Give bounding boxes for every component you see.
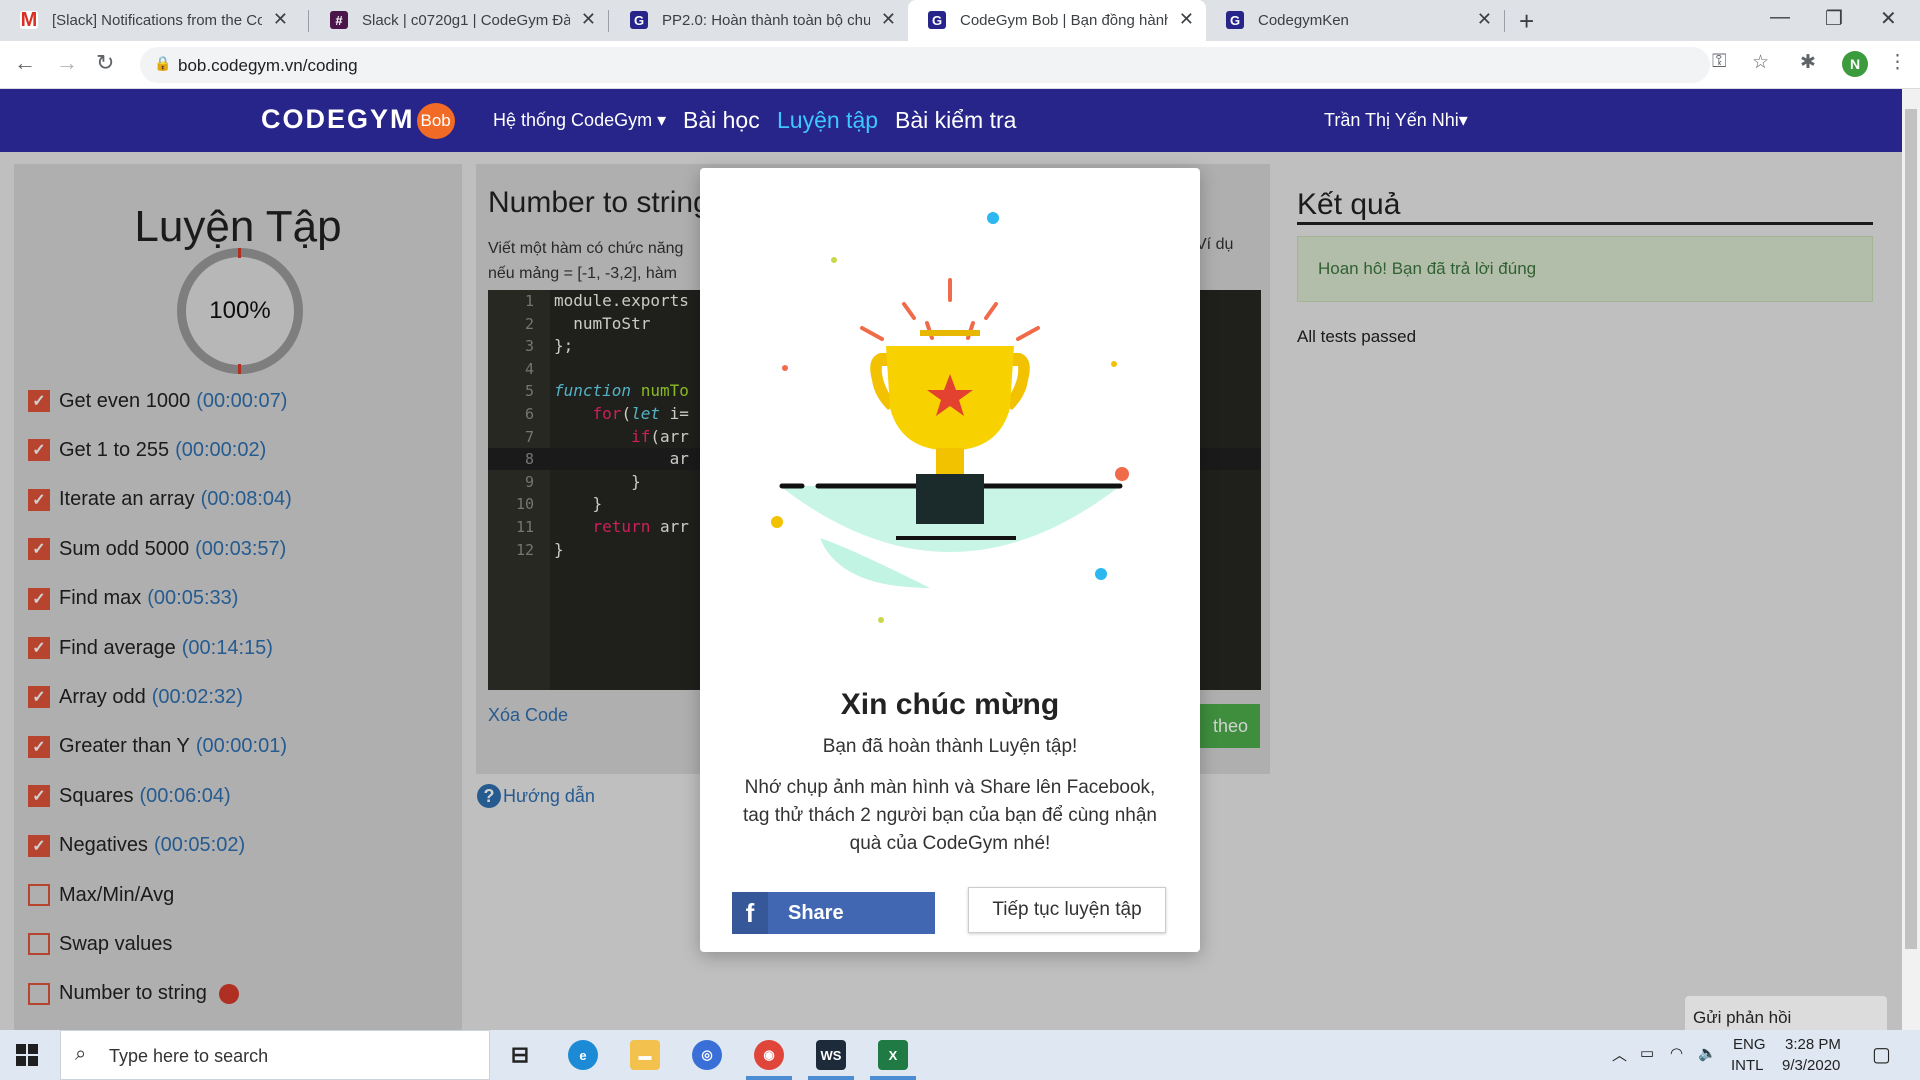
continue-label: Tiếp tục luyện tập bbox=[992, 899, 1142, 920]
browser-tab-codegymken[interactable]: G CodegymKen ✕ bbox=[1206, 0, 1504, 41]
site-navbar: CODEGYM Bob Hệ thống CodeGym ▾ Bài học Lu… bbox=[0, 89, 1902, 152]
task-view-icon[interactable]: ⊟ bbox=[505, 1040, 535, 1070]
wifi-icon[interactable]: ◠ bbox=[1670, 1044, 1683, 1062]
trophy-pedestal bbox=[916, 474, 984, 524]
nav-practice[interactable]: Luyện tập bbox=[777, 107, 878, 134]
user-menu[interactable]: Trần Thị Yến Nhi▾ bbox=[1324, 110, 1468, 131]
tab-title: [Slack] Notifications from the Co bbox=[52, 12, 262, 29]
tray-chevron-icon[interactable]: ︿ bbox=[1612, 1044, 1627, 1065]
tab-divider bbox=[1504, 10, 1505, 32]
trophy-cup bbox=[870, 330, 1030, 478]
profile-avatar[interactable]: N bbox=[1842, 51, 1868, 77]
extensions-icon[interactable]: ✱ bbox=[1800, 51, 1816, 74]
codegym-icon: G bbox=[1226, 11, 1244, 29]
browser-tab-strip: M [Slack] Notifications from the Co ✕ # … bbox=[0, 0, 1920, 41]
webstorm-icon[interactable]: WS bbox=[816, 1040, 846, 1070]
tab-divider bbox=[608, 10, 609, 32]
modal-subtitle: Bạn đã hoàn thành Luyện tập! bbox=[822, 736, 1078, 757]
close-tab-icon[interactable]: ✕ bbox=[581, 9, 596, 30]
minimize-icon[interactable]: — bbox=[1770, 6, 1790, 29]
browser-tab-slack[interactable]: # Slack | c0720g1 | CodeGym Đà N ✕ bbox=[310, 0, 608, 41]
facebook-icon: f bbox=[732, 892, 768, 934]
restore-icon[interactable]: ❐ bbox=[1825, 6, 1843, 31]
clock-time[interactable]: 3:28 PM bbox=[1785, 1036, 1841, 1053]
lock-icon: 🔒 bbox=[154, 55, 172, 71]
url-text: bob.codegym.vn/coding bbox=[178, 56, 358, 75]
volume-icon[interactable]: 🔈 bbox=[1698, 1044, 1717, 1062]
back-icon[interactable]: ← bbox=[14, 50, 36, 76]
nav-system-dropdown[interactable]: Hệ thống CodeGym ▾ bbox=[493, 110, 666, 131]
clock-date[interactable]: 9/3/2020 bbox=[1782, 1057, 1840, 1074]
close-window-icon[interactable]: ✕ bbox=[1880, 6, 1897, 31]
file-explorer-icon[interactable]: ▬ bbox=[630, 1040, 660, 1070]
close-tab-icon[interactable]: ✕ bbox=[273, 9, 288, 30]
close-tab-icon[interactable]: ✕ bbox=[881, 9, 896, 30]
logo-text: CODEGYM bbox=[261, 104, 415, 135]
excel-icon[interactable]: X bbox=[878, 1040, 908, 1070]
active-app-indicator bbox=[746, 1076, 792, 1080]
codegym-icon: G bbox=[630, 11, 648, 29]
page-scrollbar[interactable] bbox=[1902, 89, 1920, 1030]
menu-kebab-icon[interactable]: ⋮ bbox=[1888, 51, 1907, 74]
feedback-button[interactable]: Gửi phản hồi bbox=[1685, 996, 1887, 1034]
tab-title: PP2.0: Hoàn thành toàn bộ chươ bbox=[662, 12, 870, 29]
close-tab-icon[interactable]: ✕ bbox=[1179, 9, 1194, 30]
reload-icon[interactable]: ↻ bbox=[96, 50, 114, 76]
gmail-icon: M bbox=[20, 8, 38, 31]
windows-taskbar: ⌕ Type here to search ⊟ e ▬ ◎ ◉ WS X ︿ ▭… bbox=[0, 1030, 1920, 1080]
new-tab-icon[interactable]: + bbox=[1519, 6, 1534, 37]
browser-tab-codegym-bob[interactable]: G CodeGym Bob | Bạn đồng hành c ✕ bbox=[908, 0, 1206, 41]
search-placeholder: Type here to search bbox=[109, 1046, 269, 1066]
continue-practice-button[interactable]: Tiếp tục luyện tập bbox=[968, 887, 1166, 933]
facebook-share-button[interactable]: f Share bbox=[732, 892, 935, 934]
browser-tab-gmail[interactable]: M [Slack] Notifications from the Co ✕ bbox=[0, 0, 300, 41]
codegym-icon: G bbox=[928, 11, 946, 29]
congrats-modal: Xin chúc mừng Bạn đã hoàn thành Luyện tậ… bbox=[700, 168, 1200, 952]
language-label[interactable]: ENG bbox=[1733, 1036, 1766, 1053]
chrome-canary-icon[interactable]: ◎ bbox=[692, 1040, 722, 1070]
slack-icon: # bbox=[330, 11, 348, 29]
language-variant[interactable]: INTL bbox=[1731, 1057, 1764, 1074]
tab-title: CodegymKen bbox=[1258, 12, 1349, 29]
bookmark-star-icon[interactable]: ☆ bbox=[1752, 51, 1769, 74]
modal-message: Nhớ chụp ảnh màn hình và Share lên Faceb… bbox=[743, 777, 1157, 854]
feedback-label: Gửi phản hồi bbox=[1693, 1008, 1792, 1027]
scrollbar-thumb[interactable] bbox=[1905, 109, 1917, 949]
key-icon[interactable]: ⚿ bbox=[1712, 51, 1726, 73]
browser-tab-pp2[interactable]: G PP2.0: Hoàn thành toàn bộ chươ ✕ bbox=[610, 0, 908, 41]
codegym-logo[interactable]: CODEGYM Bob bbox=[261, 103, 455, 139]
nav-tests[interactable]: Bài kiểm tra bbox=[895, 107, 1016, 134]
forward-icon[interactable]: → bbox=[56, 50, 78, 76]
active-app-indicator bbox=[870, 1076, 916, 1080]
close-tab-icon[interactable]: ✕ bbox=[1477, 9, 1492, 30]
battery-icon[interactable]: ▭ bbox=[1640, 1044, 1654, 1062]
tab-title: Slack | c0720g1 | CodeGym Đà N bbox=[362, 12, 570, 29]
tab-divider bbox=[308, 10, 309, 32]
modal-title: Xin chúc mừng bbox=[840, 688, 1060, 721]
edge-icon[interactable]: e bbox=[568, 1040, 598, 1070]
logo-badge: Bob bbox=[416, 103, 455, 139]
windows-start-icon[interactable] bbox=[16, 1044, 38, 1066]
taskbar-search-input[interactable]: ⌕ Type here to search bbox=[60, 1030, 490, 1080]
tab-title: CodeGym Bob | Bạn đồng hành c bbox=[960, 12, 1168, 29]
trophy-icon bbox=[771, 212, 1129, 623]
share-label: Share bbox=[788, 901, 844, 924]
nav-lessons[interactable]: Bài học bbox=[683, 107, 760, 134]
address-bar: ← → ↻ 🔒 bob.codegym.vn/coding ⚿ ☆ ✱ N ⋮ bbox=[0, 41, 1920, 89]
notifications-icon[interactable]: ▢ bbox=[1872, 1042, 1891, 1067]
chrome-icon[interactable]: ◉ bbox=[754, 1040, 784, 1070]
active-app-indicator bbox=[808, 1076, 854, 1080]
url-field[interactable]: 🔒 bob.codegym.vn/coding bbox=[140, 47, 1710, 83]
search-icon: ⌕ bbox=[75, 1043, 87, 1065]
